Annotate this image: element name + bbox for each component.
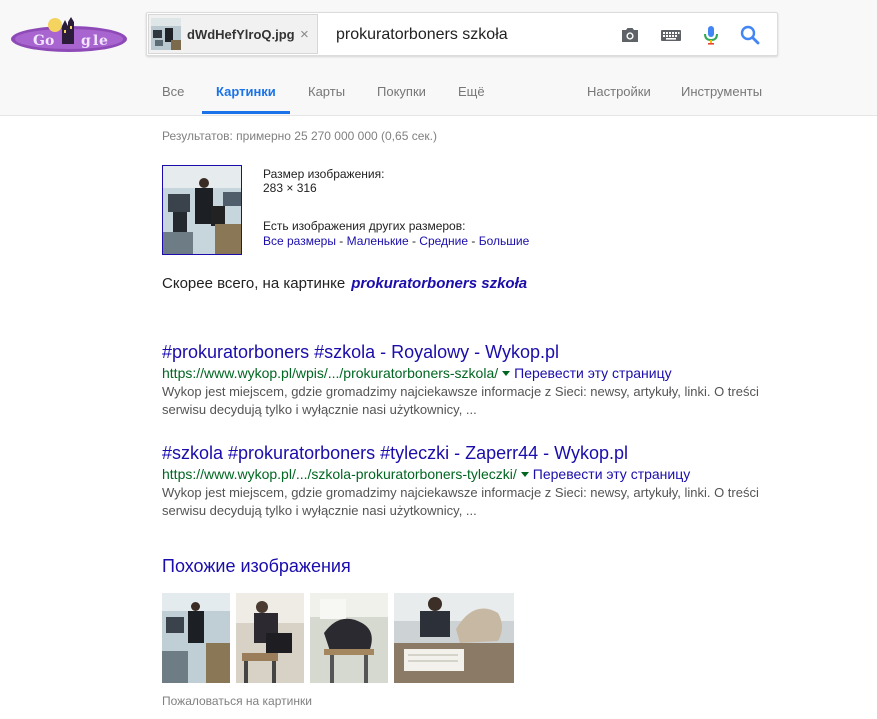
url-dropdown-arrow-icon[interactable] xyxy=(520,471,529,477)
microphone-icon[interactable] xyxy=(699,23,723,47)
other-sizes-label: Есть изображения других размеров: xyxy=(263,219,466,233)
best-guess-link[interactable]: prokuratorboners szkoła xyxy=(351,275,527,292)
similar-image-thumbnail[interactable] xyxy=(310,593,388,683)
google-doodle-logo[interactable]: G o g l e xyxy=(9,14,129,56)
query-image-chip[interactable]: dWdHefYlroQ.jpg × xyxy=(148,14,318,54)
result-snippet: Wykop jest miejscem, gdzie gromadzimy na… xyxy=(162,484,772,520)
result-title-link[interactable]: #prokuratorboners #szkola - Royalowy - W… xyxy=(162,341,772,363)
tab-shopping[interactable]: Покупки xyxy=(377,84,426,99)
result-url: https://www.wykop.pl/.../szkola-prokurat… xyxy=(162,466,517,482)
search-icon[interactable] xyxy=(738,23,762,47)
size-separator: - xyxy=(468,234,479,248)
result-title-link[interactable]: #szkola #prokuratorboners #tyleczki - Za… xyxy=(162,442,772,464)
svg-text:g: g xyxy=(81,33,91,49)
size-link-large[interactable]: Большие xyxy=(479,234,530,248)
tab-maps[interactable]: Карты xyxy=(308,84,345,99)
camera-icon[interactable] xyxy=(618,23,642,47)
result-snippet: Wykop jest miejscem, gdzie gromadzimy na… xyxy=(162,383,772,419)
tab-images[interactable]: Картинки xyxy=(216,84,276,99)
translate-link[interactable]: Перевести эту страницу xyxy=(514,365,671,381)
similar-image-thumbnail[interactable] xyxy=(162,593,230,683)
tab-more[interactable]: Ещё xyxy=(458,84,485,99)
active-tab-indicator xyxy=(202,111,290,114)
keyboard-icon[interactable] xyxy=(659,23,683,47)
size-separator: - xyxy=(408,234,420,248)
search-result: #prokuratorboners #szkola - Royalowy - W… xyxy=(162,341,772,419)
size-links: Все размеры - Маленькие - Средние - Боль… xyxy=(263,234,529,248)
result-stats: Результатов: примерно 25 270 000 000 (0,… xyxy=(162,129,437,143)
snippet-line: Wykop jest miejscem, gdzie gromadzimy na… xyxy=(162,485,759,500)
image-size-value: 283 × 316 xyxy=(263,181,317,195)
url-dropdown-arrow-icon[interactable] xyxy=(502,370,511,376)
query-image-filename: dWdHefYlroQ.jpg xyxy=(187,27,295,42)
image-size-label: Размер изображения: xyxy=(263,167,385,181)
settings-link[interactable]: Настройки xyxy=(587,84,651,99)
snippet-line: serwisu decydują tylko i wyłącznie nasi … xyxy=(162,503,477,518)
query-image-chip-thumbnail xyxy=(151,18,181,50)
best-guess-prefix: Скорее всего, на картинке xyxy=(162,275,346,292)
result-url-line: https://www.wykop.pl/wpis/.../prokurator… xyxy=(162,364,772,382)
size-link-small[interactable]: Маленькие xyxy=(347,234,409,248)
best-guess: Скорее всего, на картинке prokuratorboner… xyxy=(162,275,527,292)
query-image-thumbnail[interactable] xyxy=(162,165,242,255)
svg-text:G: G xyxy=(33,33,45,49)
snippet-line: serwisu decydują tylko i wyłącznie nasi … xyxy=(162,402,477,417)
svg-text:l: l xyxy=(93,33,98,49)
similar-images-heading[interactable]: Похожие изображения xyxy=(162,556,351,577)
search-box[interactable]: dWdHefYlroQ.jpg × prokuratorboners szkoł… xyxy=(146,12,778,56)
remove-image-icon[interactable]: × xyxy=(300,26,309,43)
search-result: #szkola #prokuratorboners #tyleczki - Za… xyxy=(162,442,772,520)
similar-image-thumbnail[interactable] xyxy=(236,593,304,683)
size-link-all[interactable]: Все размеры xyxy=(263,234,336,248)
tab-all[interactable]: Все xyxy=(162,84,184,99)
tools-link[interactable]: Инструменты xyxy=(681,84,762,99)
translate-link[interactable]: Перевести эту страницу xyxy=(533,466,690,482)
size-separator: - xyxy=(335,234,347,248)
svg-text:e: e xyxy=(99,33,108,49)
report-images-link[interactable]: Пожаловаться на картинки xyxy=(162,694,312,708)
similar-image-thumbnail[interactable] xyxy=(394,593,514,683)
svg-text:o: o xyxy=(45,33,54,49)
size-link-medium[interactable]: Средние xyxy=(419,234,468,248)
snippet-line: Wykop jest miejscem, gdzie gromadzimy na… xyxy=(162,384,759,399)
result-url: https://www.wykop.pl/wpis/.../prokurator… xyxy=(162,365,499,381)
result-url-line: https://www.wykop.pl/.../szkola-prokurat… xyxy=(162,465,772,483)
search-input[interactable]: prokuratorboners szkoła xyxy=(336,26,508,44)
